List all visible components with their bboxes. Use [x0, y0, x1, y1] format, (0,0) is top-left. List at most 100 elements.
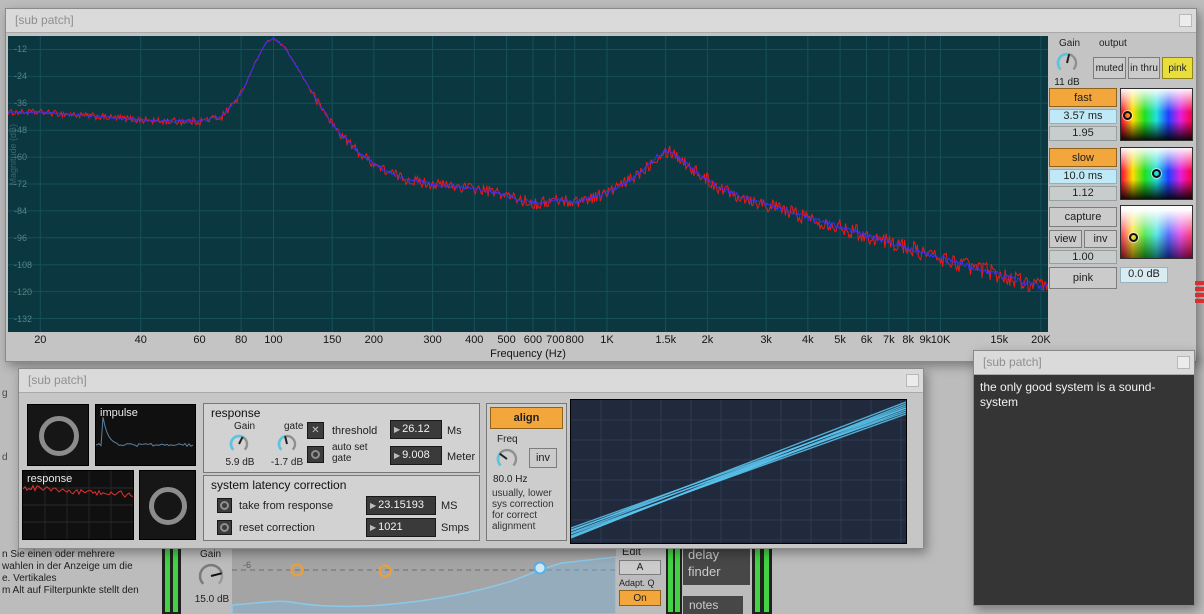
x-tick-label: 8k — [902, 334, 914, 346]
take-from-response-button[interactable] — [217, 498, 232, 513]
fast-time-value[interactable]: 3.57 ms — [1049, 109, 1117, 124]
window-titlebar[interactable]: [sub patch] — [6, 9, 1196, 33]
phase-display — [570, 399, 907, 544]
autoset-unit: Meter — [447, 451, 475, 463]
autoset-toggle[interactable] — [307, 446, 324, 463]
capture-coef-value[interactable]: 1.00 — [1049, 250, 1117, 264]
in-thru-button[interactable]: in thru — [1128, 57, 1160, 79]
adapt-q-on-button[interactable]: On — [619, 590, 661, 606]
response-group-title: response — [211, 406, 260, 420]
notes-button[interactable]: notes — [683, 596, 743, 614]
slow-time-value[interactable]: 10.0 ms — [1049, 169, 1117, 184]
reset-numbox[interactable]: ▶1021 — [366, 518, 436, 537]
align-button[interactable]: align — [490, 407, 563, 429]
eq-headroom-label: -6 — [243, 560, 251, 570]
response-gain-knob[interactable] — [228, 433, 250, 460]
band-a-button[interactable]: A — [619, 560, 661, 575]
take-from-response-label: take from response — [239, 500, 333, 512]
response-dial[interactable] — [139, 470, 196, 540]
impulse-dial[interactable] — [27, 404, 89, 466]
x-tick-label: 600 — [524, 334, 542, 346]
view-button[interactable]: view — [1049, 230, 1082, 248]
window-title: [sub patch] — [28, 373, 87, 387]
gate-knob[interactable] — [276, 433, 298, 460]
threshold-numbox[interactable]: ▶26.12 — [390, 420, 442, 439]
capture-button[interactable]: capture — [1049, 207, 1117, 227]
y-tick-label: -108 — [14, 260, 32, 270]
color-picker-handle[interactable] — [1123, 111, 1132, 120]
x-icon: ✕ — [311, 425, 319, 436]
capture-color-picker[interactable] — [1120, 205, 1193, 259]
x-tick-label: 2k — [702, 334, 714, 346]
threshold-x-toggle[interactable]: ✕ — [307, 422, 324, 439]
level-meter — [666, 543, 682, 614]
take-numbox[interactable]: ▶23.15193 — [366, 496, 436, 515]
toggle-circle-icon — [311, 450, 320, 459]
window-close-button[interactable] — [1179, 14, 1192, 27]
gate-value[interactable]: -1.7 dB — [264, 457, 310, 468]
x-tick-label: 20K — [1031, 334, 1051, 346]
slow-color-picker[interactable] — [1120, 147, 1193, 200]
align-inv-button[interactable]: inv — [529, 448, 557, 468]
autoset-numbox[interactable]: ▶9.008 — [390, 446, 442, 465]
output-label: output — [1099, 38, 1127, 49]
fast-coef-value[interactable]: 1.95 — [1049, 126, 1117, 141]
fast-color-picker[interactable] — [1120, 88, 1193, 141]
pink-level-value[interactable]: 0.0 dB — [1120, 267, 1168, 283]
y-tick-label: -84 — [14, 206, 27, 216]
x-tick-label: 6k — [861, 334, 873, 346]
muted-button[interactable]: muted — [1093, 57, 1126, 79]
german-tooltip-text: n Sie einen oder mehrere wahlen in der A… — [2, 549, 139, 597]
device-gain-label: Gain — [200, 549, 221, 560]
comment-text: the only good system is a sound-system — [980, 380, 1188, 410]
window-close-button[interactable] — [906, 374, 919, 387]
latency-group: system latency correction take from resp… — [203, 475, 480, 541]
reset-unit: Smps — [441, 522, 469, 534]
response-gain-value[interactable]: 5.9 dB — [218, 457, 262, 468]
toggle-circle-icon — [220, 523, 229, 532]
impulse-display: impulse — [95, 404, 196, 466]
y-tick-label: -96 — [14, 233, 27, 243]
adapt-q-label: Adapt. Q — [619, 578, 655, 588]
y-tick-label: -36 — [14, 98, 27, 108]
color-picker-handle[interactable] — [1152, 169, 1161, 178]
tooltip-line: m Alt auf Filterpunkte stellt den — [2, 585, 139, 597]
x-axis-title: Frequency (Hz) — [8, 348, 1048, 360]
clipped-text-fragment: d — [2, 452, 8, 464]
response-display: response — [22, 470, 134, 540]
x-axis-labels: 204060801001502003004005006007008001K1.5… — [8, 334, 1048, 347]
tooltip-line: n Sie einen oder mehrere — [2, 549, 139, 561]
color-picker-handle[interactable] — [1129, 233, 1138, 242]
device-gain-value[interactable]: 15.0 dB — [190, 594, 234, 605]
reset-correction-button[interactable] — [217, 520, 232, 535]
slow-button[interactable]: slow — [1049, 148, 1117, 167]
clip-indicators — [1195, 281, 1204, 305]
window-titlebar[interactable]: [sub patch] — [974, 351, 1194, 375]
output-gain-knob[interactable] — [1055, 51, 1079, 80]
pink-button[interactable]: pink — [1049, 267, 1117, 289]
dial-ring — [39, 416, 79, 456]
window-close-button[interactable] — [1177, 356, 1190, 369]
y-tick-label: -132 — [14, 314, 32, 324]
x-tick-label: 4k — [802, 334, 814, 346]
toggle-circle-icon — [220, 501, 229, 510]
eq-display[interactable]: -6 — [232, 543, 616, 614]
latency-group-title: system latency correction — [211, 478, 346, 492]
window-titlebar[interactable]: [sub patch] — [19, 369, 923, 393]
align-freq-knob[interactable] — [495, 447, 519, 476]
reset-correction-label: reset correction — [239, 522, 315, 534]
x-tick-label: 300 — [423, 334, 441, 346]
tooltip-line: e. Vertikales — [2, 573, 139, 585]
align-freq-value[interactable]: 80.0 Hz — [493, 474, 527, 485]
gain-label: Gain — [234, 421, 255, 432]
output-gain-value[interactable]: 11 dB — [1049, 77, 1085, 88]
device-gain-knob[interactable] — [197, 562, 225, 595]
inv-button[interactable]: inv — [1084, 230, 1117, 248]
x-tick-label: 200 — [365, 334, 383, 346]
device-title: delay finder — [683, 543, 750, 585]
fast-button[interactable]: fast — [1049, 88, 1117, 107]
pink-toggle-button[interactable]: pink — [1162, 57, 1193, 79]
numbox-arrow-icon: ▶ — [370, 501, 376, 510]
response-group: response Gain 5.9 dB gate -1.7 dB ✕ thre… — [203, 403, 480, 473]
slow-coef-value[interactable]: 1.12 — [1049, 186, 1117, 201]
